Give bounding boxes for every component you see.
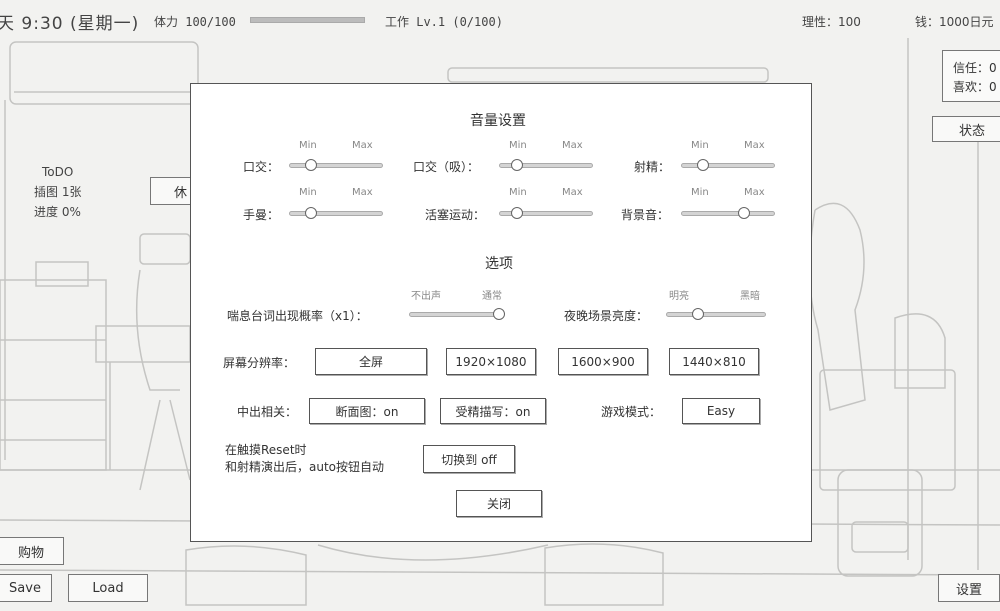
oral-suck-volume-slider[interactable] [499, 159, 593, 171]
slider-track [666, 312, 766, 317]
max-label: Max [744, 140, 765, 151]
shop-button-label: 购物 [17, 545, 44, 561]
save-button-label: Save [9, 580, 41, 596]
depiction-toggle[interactable]: 受精描写：on [440, 398, 546, 424]
min-label: Min [299, 140, 317, 151]
slider-knob[interactable] [511, 207, 524, 219]
volume-section-title: 音量设置 [470, 113, 526, 129]
slider-knob[interactable] [305, 159, 318, 171]
todo-progress: 进度 0% [34, 205, 81, 219]
slider-knob[interactable] [305, 207, 318, 219]
min-label: Min [691, 187, 709, 198]
settings-button[interactable]: 设置 [938, 574, 1000, 602]
save-button[interactable]: Save [0, 574, 52, 602]
stamina-label: 体力 100/100 [154, 15, 236, 29]
cross-section-toggle[interactable]: 断面图：on [309, 398, 425, 424]
money-label: 钱：1000日元 [915, 15, 994, 29]
moan-low-label: 不出声 [411, 291, 441, 302]
slider-knob[interactable] [697, 159, 710, 171]
piston-volume-label: 活塞运动： [425, 208, 486, 222]
oral-volume-slider[interactable] [289, 159, 383, 171]
slider-knob[interactable] [493, 308, 505, 320]
slider-track [289, 163, 383, 168]
bgm-volume-slider[interactable] [681, 207, 775, 219]
status-button-label: 状态 [958, 123, 985, 139]
like-label: 喜欢：0 [953, 80, 997, 94]
auto-off-toggle-label: 切换到 off [441, 452, 497, 467]
game-mode-button[interactable]: Easy [682, 398, 760, 424]
resolution-label: 屏幕分辨率： [223, 356, 296, 370]
ejaculation-volume-slider[interactable] [681, 159, 775, 171]
status-button[interactable]: 状态 [932, 116, 1000, 142]
slider-track [409, 312, 505, 317]
min-label: Min [509, 140, 527, 151]
reason-label: 理性：100 [802, 15, 861, 29]
close-button-label: 关闭 [486, 497, 511, 511]
resolution-1440-label: 1440×810 [682, 354, 746, 369]
slider-knob[interactable] [511, 159, 524, 171]
creampie-label: 中出相关： [237, 405, 298, 419]
moan-probability-label: 喘息台词出现概率（x1）： [227, 309, 368, 323]
resolution-1920-label: 1920×1080 [455, 354, 527, 369]
auto-description-line2: 和射精演出后，auto按钮自动 [225, 460, 385, 474]
auto-description-line1: 在触摸Reset时 [225, 443, 307, 457]
resolution-1600-label: 1600×900 [571, 354, 635, 369]
piston-volume-slider[interactable] [499, 207, 593, 219]
oral-suck-volume-label: 口交（吸）： [413, 160, 480, 174]
slider-knob[interactable] [738, 207, 751, 219]
night-brightness-slider[interactable] [666, 308, 766, 320]
close-button[interactable]: 关闭 [456, 490, 542, 517]
slider-track [681, 163, 775, 168]
status-bar: 天 9:30 (星期一) 体力 100/100 工作 Lv.1 (0/100) … [0, 0, 1000, 38]
todo-panel: ToDO 插图 1张 进度 0% [34, 162, 81, 222]
max-label: Max [562, 140, 583, 151]
depiction-toggle-label: 受精描写：on [455, 404, 531, 419]
settings-dialog: 音量设置 Min Max Min Max Min Max 口交： 口交（吸）： … [190, 83, 812, 542]
max-label: Max [562, 187, 583, 198]
min-label: Min [509, 187, 527, 198]
affection-panel: 信任：0 喜欢：0 [942, 50, 1000, 102]
resolution-1920-button[interactable]: 1920×1080 [446, 348, 536, 375]
max-label: Max [352, 140, 373, 151]
ejaculation-volume-label: 射精： [634, 160, 671, 174]
slider-track [681, 211, 775, 216]
min-label: Min [299, 187, 317, 198]
night-brightness-label: 夜晚场景亮度： [564, 309, 649, 323]
resolution-1600-button[interactable]: 1600×900 [558, 348, 648, 375]
auto-off-toggle-button[interactable]: 切换到 off [423, 445, 515, 473]
max-label: Max [744, 187, 765, 198]
stamina-bar [250, 17, 365, 23]
night-dark-label: 黑暗 [740, 291, 760, 302]
night-bright-label: 明亮 [669, 291, 689, 302]
resolution-fullscreen-button[interactable]: 全屏 [315, 348, 427, 375]
resolution-fullscreen-label: 全屏 [358, 355, 383, 369]
work-level-label: 工作 Lv.1 (0/100) [385, 15, 503, 29]
todo-title: ToDO [42, 165, 74, 179]
game-mode-value: Easy [706, 404, 736, 418]
handjob-volume-label: 手曼： [243, 208, 280, 222]
min-label: Min [691, 140, 709, 151]
moan-high-label: 通常 [482, 291, 502, 302]
todo-illustration: 插图 1张 [34, 185, 82, 199]
game-mode-label: 游戏模式： [601, 405, 662, 419]
bgm-volume-label: 背景音： [621, 208, 670, 222]
shop-button[interactable]: 购物 [0, 537, 64, 565]
handjob-volume-slider[interactable] [289, 207, 383, 219]
max-label: Max [352, 187, 373, 198]
slider-track [289, 211, 383, 216]
slider-knob[interactable] [692, 308, 705, 320]
oral-volume-label: 口交： [243, 160, 280, 174]
rest-button-label: 休 [173, 185, 187, 201]
load-button-label: Load [92, 580, 124, 596]
load-button[interactable]: Load [68, 574, 148, 602]
moan-probability-slider[interactable] [409, 308, 505, 320]
cross-section-toggle-label: 断面图：on [335, 404, 399, 419]
trust-label: 信任：0 [953, 61, 997, 75]
resolution-1440-button[interactable]: 1440×810 [669, 348, 759, 375]
options-section-title: 选项 [485, 256, 513, 272]
rest-button[interactable]: 休 [150, 177, 192, 205]
stamina-bar-fill [251, 18, 364, 22]
day-time-label: 天 9:30 (星期一) [0, 14, 140, 34]
settings-button-label: 设置 [955, 582, 982, 598]
